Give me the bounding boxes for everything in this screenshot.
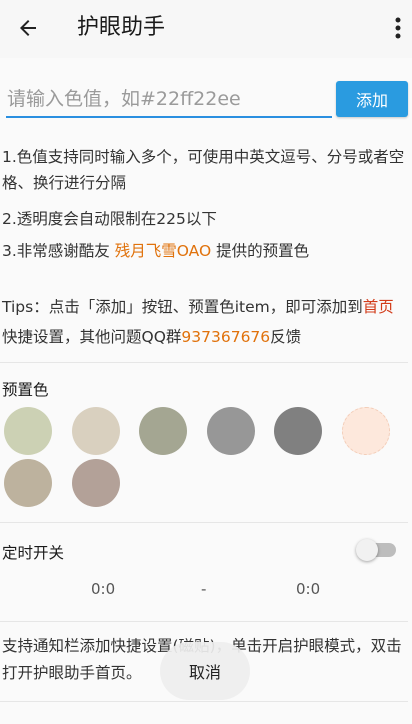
color-value-input[interactable] (6, 82, 332, 118)
toggle-thumb (356, 539, 378, 561)
timer-start-time[interactable]: 0:0 (91, 580, 115, 598)
instruction-line-3-suffix: 提供的预置色 (211, 242, 310, 260)
instruction-line-2: 2.透明度会自动限制在225以下 (2, 210, 217, 228)
back-button[interactable] (8, 8, 48, 48)
tips-middle: 快捷设置，其他问题QQ群 (2, 328, 182, 346)
timer-end-time[interactable]: 0:0 (296, 580, 320, 598)
divider (0, 621, 408, 622)
page-title: 护眼助手 (77, 15, 166, 40)
contributor-name: 残月飞雪OAO (114, 242, 212, 260)
tips-home-link: 首页 (362, 298, 394, 316)
preset-color-swatch[interactable] (72, 459, 120, 507)
preset-color-swatch[interactable] (4, 407, 52, 455)
more-vert-icon (395, 17, 401, 39)
preset-color-swatch[interactable] (342, 407, 390, 455)
arrow-back-icon (20, 20, 36, 36)
qq-group-number: 937367676 (181, 328, 271, 346)
cancel-button[interactable]: 取消 (160, 642, 250, 700)
tips-prefix: Tips：点击「添加」按钮、预置色item，即可添加到 (2, 298, 363, 316)
preset-color-swatch[interactable] (4, 459, 52, 507)
preset-color-swatch[interactable] (139, 407, 187, 455)
add-button[interactable]: 添加 (336, 81, 408, 117)
divider (0, 362, 408, 363)
preset-color-swatch[interactable] (274, 407, 322, 455)
app-bar: 护眼助手 (0, 0, 412, 58)
instruction-line-3-prefix: 3.非常感谢酷友 (2, 242, 115, 260)
preset-colors-label: 预置色 (2, 381, 49, 399)
tips-text: Tips：点击「添加」按钮、预置色item，即可添加到首页快捷设置，其他问题QQ… (2, 292, 406, 352)
preset-color-swatch[interactable] (207, 407, 255, 455)
timer-switch-label: 定时开关 (2, 544, 65, 562)
divider (0, 522, 408, 523)
instruction-line-3: 3.非常感谢酷友 残月飞雪OAO 提供的预置色 (2, 238, 406, 264)
tips-suffix: 反馈 (270, 328, 302, 346)
divider (0, 701, 408, 702)
preset-color-swatch[interactable] (72, 407, 120, 455)
timer-toggle[interactable] (356, 539, 398, 561)
instruction-line-1: 1.色值支持同时输入多个，可使用中英文逗号、分号或者空格、换行进行分隔 (2, 148, 405, 192)
more-options-button[interactable] (386, 8, 410, 48)
timer-separator: - (201, 580, 207, 598)
